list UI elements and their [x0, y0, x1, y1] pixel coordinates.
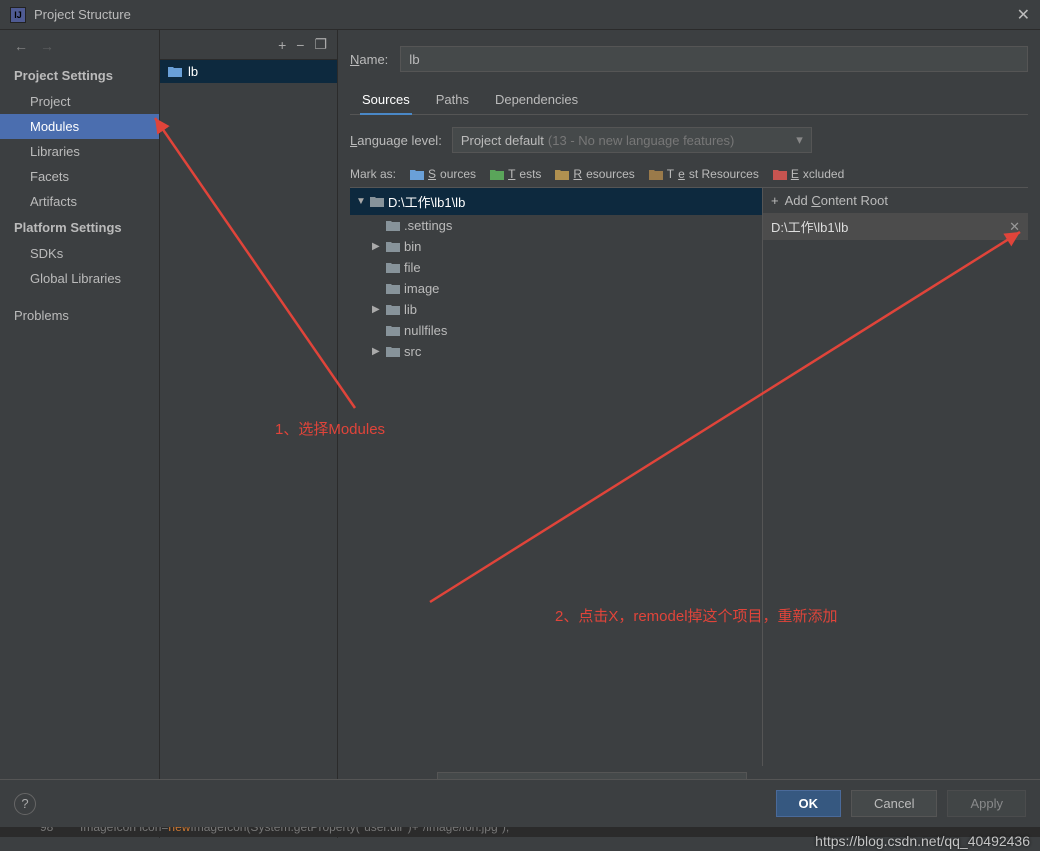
mark-excluded[interactable]: Excluded — [773, 167, 844, 181]
language-level-select[interactable]: Project default (13 - No new language fe… — [452, 127, 812, 153]
module-tabs: Sources Paths Dependencies — [350, 86, 1028, 115]
language-level-label: Language level: — [350, 133, 442, 148]
language-level-value: Project default — [461, 133, 544, 148]
tab-dependencies[interactable]: Dependencies — [493, 86, 580, 114]
tree-item[interactable]: ▶nullfiles — [350, 320, 762, 341]
sidebar: ← → Project Settings Project Modules Lib… — [0, 30, 160, 838]
sidebar-item-project[interactable]: Project — [0, 89, 159, 114]
tree-item[interactable]: ▶ lib — [350, 299, 762, 320]
source-tree: ▼ D:\工作\lb1\lb ▶.settings▶bin▶file▶image… — [350, 188, 763, 766]
folder-excluded-icon — [773, 169, 787, 180]
sidebar-item-sdks[interactable]: SDKs — [0, 241, 159, 266]
folder-green-icon — [490, 169, 504, 180]
titlebar: IJ Project Structure ✕ — [0, 0, 1040, 30]
folder-icon — [386, 241, 400, 252]
folder-icon — [386, 325, 400, 336]
folder-icon — [386, 220, 400, 231]
app-logo-icon: IJ — [10, 7, 26, 23]
module-folder-icon — [168, 66, 182, 77]
tree-item-label: .settings — [404, 218, 452, 233]
remove-module-icon[interactable]: − — [296, 37, 304, 53]
watermark: https://blog.csdn.net/qq_40492436 — [815, 833, 1030, 849]
folder-icon — [386, 283, 400, 294]
sidebar-item-artifacts[interactable]: Artifacts — [0, 189, 159, 214]
tree-item-label: src — [404, 344, 421, 359]
ok-button[interactable]: OK — [776, 790, 842, 817]
folder-icon — [386, 304, 400, 315]
tree-item-label: bin — [404, 239, 421, 254]
mark-resources[interactable]: Resources — [555, 167, 634, 181]
sidebar-section-project: Project Settings — [0, 62, 159, 89]
remove-content-root-icon[interactable]: ✕ — [1009, 219, 1020, 235]
plus-icon: + — [771, 193, 779, 208]
folder-testres-icon — [649, 169, 663, 180]
close-icon[interactable]: ✕ — [1017, 5, 1030, 25]
mark-tests[interactable]: Tests — [490, 167, 541, 181]
annotation-1: 1、选择Modules — [275, 418, 385, 439]
tree-root-label: D:\工作\lb1\lb — [388, 192, 465, 211]
tree-item[interactable]: ▶ bin — [350, 236, 762, 257]
tree-item[interactable]: ▶.settings — [350, 215, 762, 236]
tree-collapse-icon[interactable]: ▼ — [356, 196, 366, 207]
folder-icon — [370, 196, 384, 207]
name-input[interactable] — [400, 46, 1028, 72]
sidebar-item-global-libs[interactable]: Global Libraries — [0, 266, 159, 291]
main-panel: Name: Sources Paths Dependencies Languag… — [338, 30, 1040, 838]
dropdown-caret-icon: ▾ — [796, 132, 803, 148]
folder-res-icon — [555, 169, 569, 180]
tree-item-label: file — [404, 260, 421, 275]
tree-item-label: image — [404, 281, 439, 296]
sidebar-item-libraries[interactable]: Libraries — [0, 139, 159, 164]
apply-button: Apply — [947, 790, 1026, 817]
tree-item[interactable]: ▶file — [350, 257, 762, 278]
mark-test-resources[interactable]: Test Resources — [649, 167, 759, 181]
sidebar-section-platform: Platform Settings — [0, 214, 159, 241]
mark-as-label: Mark as: — [350, 167, 396, 181]
sidebar-item-facets[interactable]: Facets — [0, 164, 159, 189]
content-roots-panel: + Add Content Root D:\工作\lb1\lb ✕ — [763, 188, 1028, 766]
mark-as-row: Mark as: Sources Tests Resources Test Re… — [350, 165, 1028, 187]
window-title: Project Structure — [34, 7, 131, 22]
mark-sources[interactable]: Sources — [410, 167, 476, 181]
tree-root[interactable]: ▼ D:\工作\lb1\lb — [350, 188, 762, 215]
sidebar-item-modules[interactable]: Modules — [0, 114, 159, 139]
content-root-item[interactable]: D:\工作\lb1\lb ✕ — [763, 213, 1028, 240]
tree-item-label: lib — [404, 302, 417, 317]
nav-forward-icon: → — [40, 38, 54, 54]
folder-icon — [386, 262, 400, 273]
tree-expand-icon[interactable]: ▶ — [372, 241, 382, 252]
dialog-footer: ? OK Cancel Apply — [0, 779, 1040, 827]
annotation-2: 2、点击X，remodel掉这个项目，重新添加 — [555, 605, 838, 626]
module-item-lb[interactable]: lb — [160, 60, 337, 83]
tab-sources[interactable]: Sources — [360, 86, 412, 115]
add-content-root-button[interactable]: + Add Content Root — [763, 188, 1028, 213]
tree-expand-icon[interactable]: ▶ — [372, 304, 382, 315]
folder-icon — [386, 346, 400, 357]
tree-expand-icon[interactable]: ▶ — [372, 346, 382, 357]
folder-blue-icon — [410, 169, 424, 180]
tree-item-label: nullfiles — [404, 323, 447, 338]
tree-item[interactable]: ▶ src — [350, 341, 762, 362]
language-level-hint: (13 - No new language features) — [548, 133, 734, 148]
module-item-label: lb — [188, 64, 198, 79]
nav-back-icon[interactable]: ← — [14, 38, 28, 54]
cancel-button[interactable]: Cancel — [851, 790, 937, 817]
sidebar-item-problems[interactable]: Problems — [0, 303, 159, 328]
add-content-root-label: Add Content Root — [785, 193, 888, 208]
tree-item[interactable]: ▶image — [350, 278, 762, 299]
module-toolbar: + − ❐ — [160, 30, 337, 60]
tab-paths[interactable]: Paths — [434, 86, 471, 114]
content-root-path: D:\工作\lb1\lb — [771, 217, 848, 236]
name-label: Name: — [350, 52, 388, 67]
help-button[interactable]: ? — [14, 793, 36, 815]
copy-module-icon[interactable]: ❐ — [314, 36, 327, 53]
add-module-icon[interactable]: + — [278, 37, 286, 53]
